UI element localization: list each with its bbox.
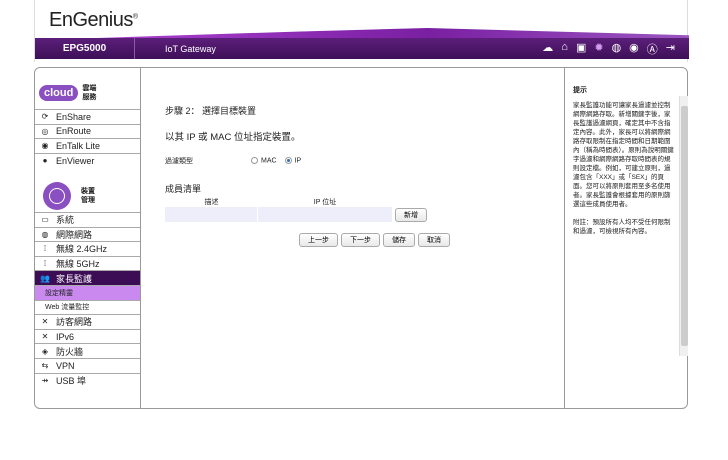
product-name: IoT Gateway: [165, 43, 216, 54]
col-ip: IP 位址: [313, 199, 337, 206]
menu-icon: ◉: [41, 141, 49, 151]
sidebar-item-8[interactable]: ✕ IPv6: [35, 328, 140, 344]
account-icon[interactable]: Ⓐ: [647, 41, 658, 57]
sidebar-item-3[interactable]: ⁞ 無線 5GHz: [35, 255, 140, 271]
device-management-header: 裝置管理: [43, 182, 97, 210]
sidebar-item-label: EnRoute: [56, 126, 92, 137]
step-description: 以其 IP 或 MAC 位址指定裝置。: [165, 132, 301, 143]
sidebar-item-label: 訪客網路: [56, 317, 93, 328]
description-input[interactable]: [165, 207, 257, 222]
hint-panel: 提示 家長監護功能可讓家長過濾並控制網際網路存取。新增關鍵字後，家長監護過濾網頁…: [564, 68, 688, 408]
cloud-logo: cloud: [39, 85, 79, 101]
location-icon[interactable]: ◉: [629, 41, 639, 57]
sidebar-item-9[interactable]: ◈ 防火牆: [35, 343, 140, 358]
home-icon[interactable]: ⌂: [561, 41, 568, 57]
cloud-title: 雲端服務: [82, 85, 97, 101]
content: 步驟 2： 選擇目標裝置 以其 IP 或 MAC 位址指定裝置。 過濾類型 MA…: [165, 104, 485, 247]
radio-mac[interactable]: MAC: [251, 157, 277, 165]
hint-note: 附註：預設所有人均不受任何限制和過濾，可檢視所有內容。: [573, 219, 671, 235]
sidebar-item-1[interactable]: ◍ 網際網路: [35, 226, 140, 242]
cloud-download-icon[interactable]: ☁: [542, 41, 553, 57]
sidebar-item-4[interactable]: 👥 家長監護: [35, 270, 140, 285]
main-panel: cloud 雲端服務 ⟳ EnShare ◎ EnRoute ◉ EnTalk Lite ●…: [34, 67, 688, 409]
menu-icon: ✕: [41, 332, 49, 342]
member-list-title: 成員清單: [165, 184, 202, 194]
menu-icon: ⟳: [41, 112, 49, 122]
sidebar-item-3[interactable]: ● EnViewer: [35, 152, 140, 168]
sidebar-item-0[interactable]: ▭ 系統: [35, 212, 140, 227]
save-button[interactable]: 儲存: [383, 233, 415, 247]
sidebar-item-1[interactable]: ◎ EnRoute: [35, 123, 140, 139]
sidebar-item-label: Web 流量監控: [45, 304, 90, 312]
header-bar: EPG5000 IoT Gateway ☁ ⌂ ▣ ✹ ◍ ◉ Ⓐ ⇥: [35, 38, 689, 59]
sidebar: cloud 雲端服務 ⟳ EnShare ◎ EnRoute ◉ EnTalk Lite ●…: [35, 68, 141, 408]
hint-body: 家長監護功能可讓家長過濾並控制網際網路存取。新增關鍵字後，家長監護過濾網頁，確定…: [573, 102, 674, 208]
model-name: EPG5000: [35, 38, 135, 59]
hint-scrollbar[interactable]: [679, 96, 688, 356]
menu-icon: ⁞: [43, 259, 47, 269]
sidebar-item-label: EnTalk Lite: [56, 140, 101, 151]
cloud-services-header: cloud 雲端服務: [39, 84, 98, 102]
menu-icon: ◎: [41, 126, 49, 136]
sidebar-item-label: EnViewer: [56, 155, 95, 166]
menu-icon: ◍: [41, 229, 49, 239]
sidebar-item-0[interactable]: ⟳ EnShare: [35, 109, 140, 124]
sidebar-item-2[interactable]: ◉ EnTalk Lite: [35, 138, 140, 153]
menu-icon: ⇸: [41, 375, 49, 385]
sidebar-item-label: 網際網路: [56, 229, 93, 240]
sidebar-item-label: 系統: [56, 215, 75, 226]
menu-icon: ◈: [41, 346, 49, 356]
sidebar-item-label: USB 埠: [56, 375, 87, 386]
radio-ip-label: IP: [294, 157, 302, 165]
sidebar-item-7[interactable]: ✕ 訪客網路: [35, 314, 140, 329]
logout-icon[interactable]: ⇥: [666, 41, 675, 57]
menu-icon: ⇆: [41, 361, 49, 371]
ip-input[interactable]: [258, 207, 392, 222]
sidebar-item-label: 設定精靈: [45, 289, 73, 297]
menu-icon: 👥: [40, 273, 50, 283]
sidebar-item-label: 家長監護: [56, 273, 93, 284]
sidebar-item-11[interactable]: ⇸ USB 埠: [35, 372, 140, 388]
device-title: 裝置管理: [81, 188, 95, 204]
hint-title: 提示: [573, 87, 587, 94]
sidebar-item-label: 無線 2.4GHz: [56, 244, 108, 255]
cancel-button[interactable]: 取消: [418, 233, 450, 247]
sidebar-item-label: VPN: [56, 360, 75, 371]
menu-icon: ●: [42, 156, 48, 166]
logo-text: EnGenius: [49, 9, 133, 31]
radio-mac-label: MAC: [261, 157, 277, 165]
menu-icon: ✕: [41, 317, 49, 327]
globe-icon[interactable]: ◍: [612, 41, 622, 57]
sidebar-item-label: 防火牆: [56, 346, 84, 357]
filter-type-label: 過濾類型: [165, 158, 193, 165]
sidebar-item-label: IPv6: [56, 331, 75, 342]
device-management-icon: [43, 182, 71, 210]
menu-icon: ⁞: [43, 244, 47, 254]
menu-icon: ▭: [41, 215, 49, 225]
sidebar-item-6[interactable]: Web 流量監控: [35, 299, 140, 315]
sidebar-item-label: 無線 5GHz: [56, 259, 100, 270]
col-description: 描述: [204, 199, 219, 206]
add-button[interactable]: 新增: [395, 207, 427, 222]
next-button[interactable]: 下一步: [341, 233, 380, 247]
radio-ip[interactable]: IP: [284, 157, 302, 165]
prev-button[interactable]: 上一步: [299, 233, 338, 247]
step-title: 步驟 2： 選擇目標裝置: [165, 106, 257, 116]
sidebar-item-10[interactable]: ⇆ VPN: [35, 358, 140, 373]
header: EnGenius® EPG5000 IoT Gateway ☁ ⌂ ▣ ✹ ◍ …: [34, 0, 689, 62]
gear-icon[interactable]: ✹: [594, 41, 603, 57]
engenius-logo: EnGenius®: [49, 9, 138, 31]
sidebar-item-label: EnShare: [56, 111, 92, 122]
sidebar-item-2[interactable]: ⁞ 無線 2.4GHz: [35, 241, 140, 256]
wizard-icon[interactable]: ▣: [576, 41, 586, 57]
sidebar-item-5[interactable]: 設定精靈: [35, 285, 140, 300]
